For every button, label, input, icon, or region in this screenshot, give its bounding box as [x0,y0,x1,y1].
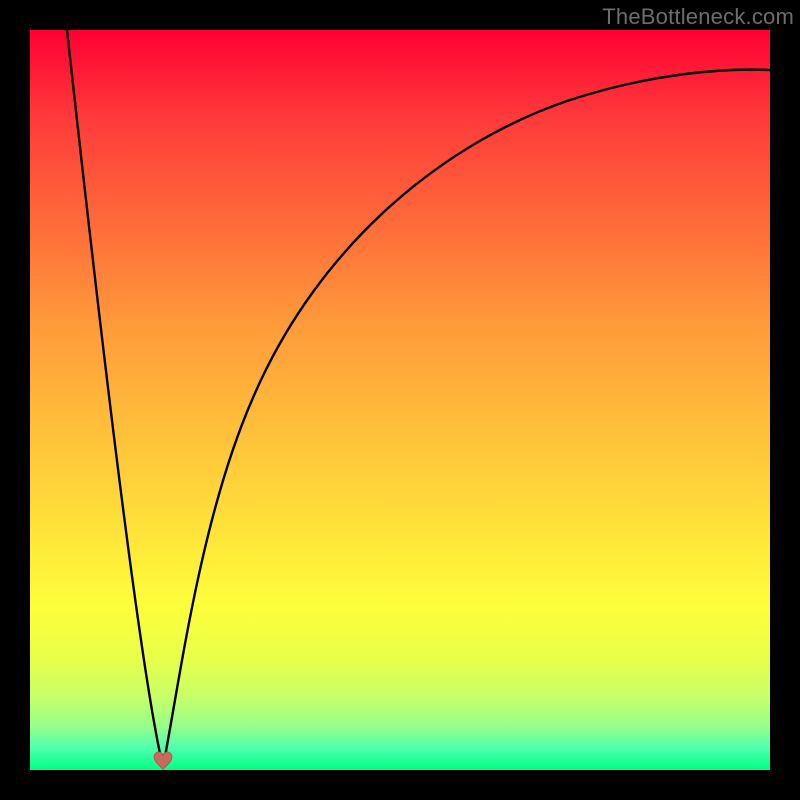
left-curve [67,30,163,767]
chart-frame: TheBottleneck.com [0,0,800,800]
curve-svg [30,30,770,770]
watermark-text: TheBottleneck.com [602,4,794,30]
plot-area [30,30,770,770]
minimum-heart-marker [154,752,172,769]
right-curve [163,70,770,767]
